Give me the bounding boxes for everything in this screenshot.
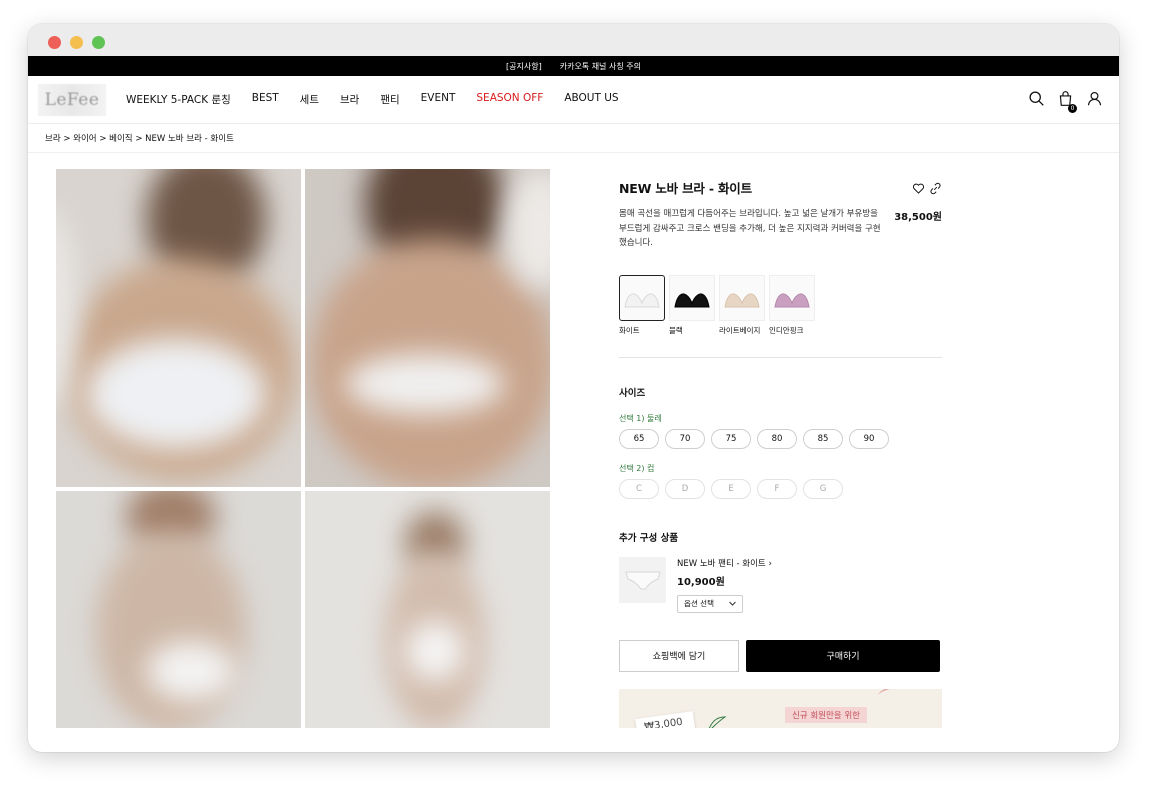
notice-bar[interactable]: [공지사항] 카카오톡 채널 사칭 주의	[28, 56, 1119, 76]
menu-item-about-us[interactable]: ABOUT US	[564, 92, 618, 107]
bra-thumbnail-icon	[669, 274, 715, 321]
cup-size-option[interactable]: F	[757, 478, 797, 499]
header-icons: 0	[1028, 90, 1103, 113]
close-window-button[interactable]	[48, 36, 61, 49]
chevron-right-icon: ›	[768, 558, 772, 569]
menu-item-event[interactable]: EVENT	[421, 92, 456, 107]
product-description: 몸매 곡선을 매끄럽게 다듬어주는 브라입니다. 높고 넓은 날개가 부유방을 …	[619, 209, 881, 248]
cup-size-option[interactable]: E	[711, 478, 751, 499]
addon-option-select[interactable]: 옵션 선택	[677, 594, 743, 613]
chevron-down-icon	[729, 599, 736, 608]
purchase-buttons: 쇼핑백에 담기 구매하기	[619, 639, 942, 672]
addon-option-placeholder: 옵션 선택	[684, 599, 714, 608]
promo-banner[interactable]: ₩3,000 신규 회원만을 위한	[619, 689, 942, 728]
cup-size-option[interactable]: C	[619, 478, 659, 499]
cup-size-option[interactable]: G	[803, 478, 843, 499]
promo-tag: 신규 회원만을 위한	[785, 707, 867, 723]
band-size-option[interactable]: 80	[757, 428, 797, 449]
ribbon-decoration	[877, 689, 919, 702]
addon-product-price: 10,900원	[677, 576, 725, 588]
notice-text[interactable]: 카카오톡 채널 사칭 주의	[560, 61, 641, 72]
product-photo-back[interactable]	[305, 169, 550, 487]
product-detail-panel: NEW 노바 브라 - 화이트 몸매 곡선을 매끄럽게 다듬어주는 브라입니다.…	[619, 178, 942, 672]
addon-product-thumbnail[interactable]	[619, 556, 666, 603]
menu-item-panty[interactable]: 팬티	[380, 92, 399, 107]
search-icon[interactable]	[1028, 90, 1045, 111]
user-icon[interactable]	[1086, 90, 1103, 111]
main-menu: WEEKLY 5-PACK 룬칭 BEST 세트 브라 팬티 EVENT SEA…	[126, 92, 640, 107]
cup-size-options: C D E F G	[619, 478, 942, 499]
heart-icon[interactable]	[912, 180, 925, 199]
addon-product-name: NEW 노바 팬티 - 화이트	[677, 558, 766, 569]
menu-item-weekly-5-pack[interactable]: WEEKLY 5-PACK 룬칭	[126, 92, 231, 107]
band-size-option[interactable]: 65	[619, 428, 659, 449]
menu-item-best[interactable]: BEST	[252, 92, 279, 107]
color-swatch-white[interactable]: 화이트	[619, 274, 665, 336]
band-size-option[interactable]: 70	[665, 428, 705, 449]
menu-item-bra[interactable]: 브라	[340, 92, 359, 107]
cart-count-badge: 0	[1068, 104, 1077, 113]
addon-info: NEW 노바 팬티 - 화이트 › 10,900원 옵션 선택	[677, 557, 772, 613]
cup-size-label: 선택 2) 컵	[619, 463, 655, 473]
size-title: 사이즈	[619, 387, 646, 399]
bra-thumbnail-icon	[619, 274, 665, 321]
shopping-bag-icon[interactable]: 0	[1057, 90, 1077, 113]
section-divider	[619, 356, 942, 358]
color-label: 인디안핑크	[769, 325, 804, 335]
maximize-window-button[interactable]	[92, 36, 105, 49]
band-size-options: 65 70 75 80 85 90	[619, 428, 942, 449]
bra-thumbnail-icon	[719, 274, 765, 321]
band-size-option[interactable]: 75	[711, 428, 751, 449]
leaf-icon	[707, 715, 727, 728]
menu-item-set[interactable]: 세트	[300, 92, 319, 107]
band-size-label: 선택 1) 둘레	[619, 413, 662, 423]
product-price: 38,500원	[894, 212, 942, 223]
notice-label: [공지사항]	[506, 61, 542, 71]
addon-product-link[interactable]: NEW 노바 팬티 - 화이트 ›	[677, 557, 772, 569]
minimize-window-button[interactable]	[70, 36, 83, 49]
color-swatch-indian-pink[interactable]: 인디안핑크	[769, 274, 815, 336]
band-size-option[interactable]: 85	[803, 428, 843, 449]
link-icon[interactable]	[929, 180, 942, 199]
cup-size-option[interactable]: D	[665, 478, 705, 499]
product-photo-standing[interactable]	[305, 491, 550, 728]
band-size-option[interactable]: 90	[849, 428, 889, 449]
color-label: 라이트베이지	[719, 325, 761, 335]
brand-logo[interactable]: LeFee	[38, 83, 106, 116]
addon-product: NEW 노바 팬티 - 화이트 › 10,900원 옵션 선택	[619, 556, 942, 613]
color-label: 화이트	[619, 325, 640, 335]
buy-now-button[interactable]: 구매하기	[746, 639, 940, 672]
product-title: NEW 노바 브라 - 화이트	[619, 181, 752, 196]
menu-item-season-off[interactable]: SEASON OFF	[476, 92, 543, 107]
color-swatches: 화이트 블랙 라이트베이지 인디안핑크	[619, 274, 942, 336]
coupon-card: ₩3,000	[635, 711, 697, 728]
addon-section-title: 추가 구성 상품	[619, 532, 679, 544]
product-gallery	[56, 169, 550, 728]
add-to-cart-button[interactable]: 쇼핑백에 담기	[619, 639, 739, 672]
breadcrumb[interactable]: 브라 > 와이어 > 베이직 > NEW 노바 브라 - 화이트	[28, 124, 1119, 153]
main-navigation: LeFee WEEKLY 5-PACK 룬칭 BEST 세트 브라 팬티 EVE…	[28, 76, 1119, 124]
color-swatch-black[interactable]: 블랙	[669, 274, 715, 336]
color-label: 블랙	[669, 325, 683, 335]
window-titlebar	[28, 24, 1119, 56]
product-photo-full-body[interactable]	[56, 491, 301, 728]
color-swatch-light-beige[interactable]: 라이트베이지	[719, 274, 765, 336]
product-photo-front[interactable]	[56, 169, 301, 487]
product-actions	[912, 180, 942, 199]
bra-thumbnail-icon	[769, 274, 815, 321]
